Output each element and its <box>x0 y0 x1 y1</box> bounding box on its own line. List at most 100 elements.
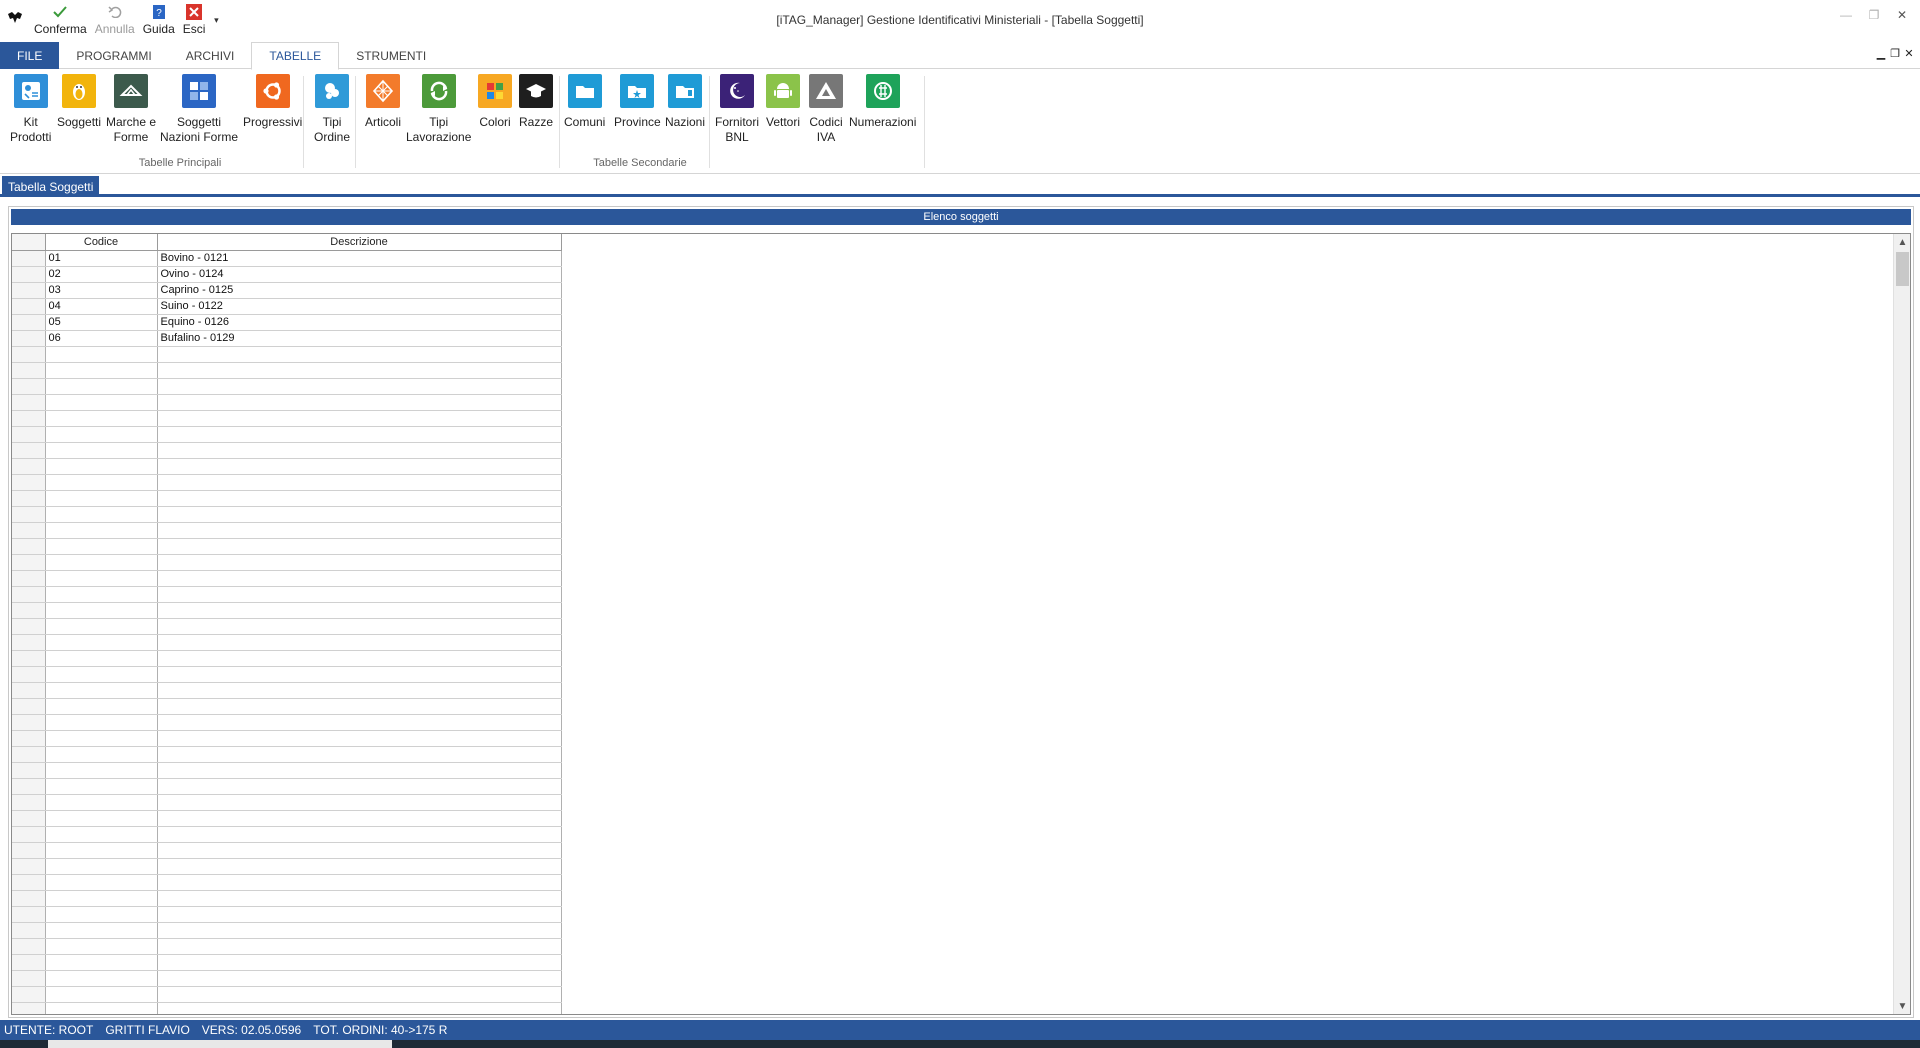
empty-cell[interactable] <box>45 570 158 587</box>
table-row-empty[interactable] <box>12 762 562 779</box>
row-selector[interactable] <box>12 858 46 875</box>
cell-descrizione[interactable]: Bufalino - 0129 <box>157 330 562 347</box>
row-selector[interactable] <box>12 1002 46 1014</box>
cell-descrizione[interactable]: Ovino - 0124 <box>157 266 562 283</box>
empty-cell[interactable] <box>45 378 158 395</box>
empty-cell[interactable] <box>45 490 158 507</box>
empty-cell[interactable] <box>157 938 562 955</box>
tab-programmi[interactable]: PROGRAMMI <box>59 42 168 69</box>
row-selector[interactable] <box>12 906 46 923</box>
row-selector[interactable] <box>12 474 46 491</box>
fornitori-bnl-button[interactable]: Fornitori BNL <box>715 72 759 145</box>
table-row-empty[interactable] <box>12 458 562 475</box>
row-selector[interactable] <box>12 762 46 779</box>
soggetti-button[interactable]: Soggetti <box>57 72 101 130</box>
empty-cell[interactable] <box>157 506 562 523</box>
table-row-empty[interactable] <box>12 490 562 507</box>
empty-cell[interactable] <box>157 346 562 363</box>
empty-cell[interactable] <box>45 682 158 699</box>
cancel-button[interactable]: Annulla <box>91 2 139 38</box>
razze-button[interactable]: Razze <box>519 72 553 130</box>
row-selector[interactable] <box>12 554 46 571</box>
cell-codice[interactable]: 03 <box>45 282 158 299</box>
empty-cell[interactable] <box>157 730 562 747</box>
empty-cell[interactable] <box>157 666 562 683</box>
exit-button[interactable]: Esci <box>179 2 210 38</box>
empty-cell[interactable] <box>157 442 562 459</box>
table-row[interactable]: 05 Equino - 0126 <box>12 314 562 331</box>
table-row[interactable]: 03 Caprino - 0125 <box>12 282 562 299</box>
row-selector-header[interactable] <box>12 234 46 251</box>
empty-cell[interactable] <box>45 874 158 891</box>
tab-strumenti[interactable]: STRUMENTI <box>339 42 443 69</box>
table-row-empty[interactable] <box>12 570 562 587</box>
empty-cell[interactable] <box>45 410 158 427</box>
table-row[interactable]: 04 Suino - 0122 <box>12 298 562 315</box>
help-button[interactable]: ? Guida <box>139 2 179 38</box>
scroll-down-icon[interactable]: ▼ <box>1894 998 1910 1014</box>
empty-cell[interactable] <box>157 794 562 811</box>
empty-cell[interactable] <box>45 826 158 843</box>
cell-codice[interactable]: 06 <box>45 330 158 347</box>
row-selector[interactable] <box>12 330 46 347</box>
cell-codice[interactable]: 04 <box>45 298 158 315</box>
column-header-codice[interactable]: Codice <box>45 234 158 251</box>
table-row-empty[interactable] <box>12 730 562 747</box>
row-selector[interactable] <box>12 954 46 971</box>
table-row-empty[interactable] <box>12 378 562 395</box>
column-header-descrizione[interactable]: Descrizione <box>157 234 562 251</box>
empty-cell[interactable] <box>157 618 562 635</box>
row-selector[interactable] <box>12 778 46 795</box>
row-selector[interactable] <box>12 746 46 763</box>
colori-button[interactable]: Colori <box>478 72 512 130</box>
scroll-up-icon[interactable]: ▲ <box>1894 234 1910 250</box>
empty-cell[interactable] <box>45 618 158 635</box>
row-selector[interactable] <box>12 938 46 955</box>
empty-cell[interactable] <box>157 810 562 827</box>
table-row-empty[interactable] <box>12 602 562 619</box>
table-row-empty[interactable] <box>12 970 562 987</box>
row-selector[interactable] <box>12 730 46 747</box>
restore-icon[interactable]: ❐ <box>1860 6 1888 24</box>
empty-cell[interactable] <box>157 826 562 843</box>
mdi-minimize-icon[interactable]: ▁ <box>1874 47 1888 60</box>
mdi-close-icon[interactable]: ✕ <box>1902 47 1916 60</box>
province-button[interactable]: Province <box>614 72 661 130</box>
empty-cell[interactable] <box>45 922 158 939</box>
table-row-empty[interactable] <box>12 890 562 907</box>
comuni-button[interactable]: Comuni <box>564 72 605 130</box>
empty-cell[interactable] <box>45 778 158 795</box>
table-row-empty[interactable] <box>12 474 562 491</box>
numerazioni-button[interactable]: Numerazioni <box>849 72 916 130</box>
empty-cell[interactable] <box>157 1002 562 1014</box>
empty-cell[interactable] <box>157 762 562 779</box>
scroll-thumb[interactable] <box>1896 252 1909 286</box>
empty-cell[interactable] <box>45 970 158 987</box>
table-row-empty[interactable] <box>12 650 562 667</box>
empty-cell[interactable] <box>157 890 562 907</box>
row-selector[interactable] <box>12 506 46 523</box>
empty-cell[interactable] <box>45 394 158 411</box>
empty-cell[interactable] <box>157 778 562 795</box>
row-selector[interactable] <box>12 266 46 283</box>
empty-cell[interactable] <box>45 506 158 523</box>
codici-iva-button[interactable]: Codici IVA <box>809 72 843 145</box>
table-row[interactable]: 02 Ovino - 0124 <box>12 266 562 283</box>
row-selector[interactable] <box>12 378 46 395</box>
row-selector[interactable] <box>12 698 46 715</box>
empty-cell[interactable] <box>45 842 158 859</box>
table-row-empty[interactable] <box>12 778 562 795</box>
table-row-empty[interactable] <box>12 906 562 923</box>
row-selector[interactable] <box>12 490 46 507</box>
empty-cell[interactable] <box>157 842 562 859</box>
row-selector[interactable] <box>12 842 46 859</box>
empty-cell[interactable] <box>157 522 562 539</box>
empty-cell[interactable] <box>45 1002 158 1014</box>
tab-archivi[interactable]: ARCHIVI <box>169 42 252 69</box>
row-selector[interactable] <box>12 986 46 1003</box>
empty-cell[interactable] <box>45 650 158 667</box>
customize-qat-icon[interactable]: ▾ <box>209 2 223 38</box>
empty-cell[interactable] <box>157 490 562 507</box>
empty-cell[interactable] <box>157 394 562 411</box>
table-row-empty[interactable] <box>12 794 562 811</box>
